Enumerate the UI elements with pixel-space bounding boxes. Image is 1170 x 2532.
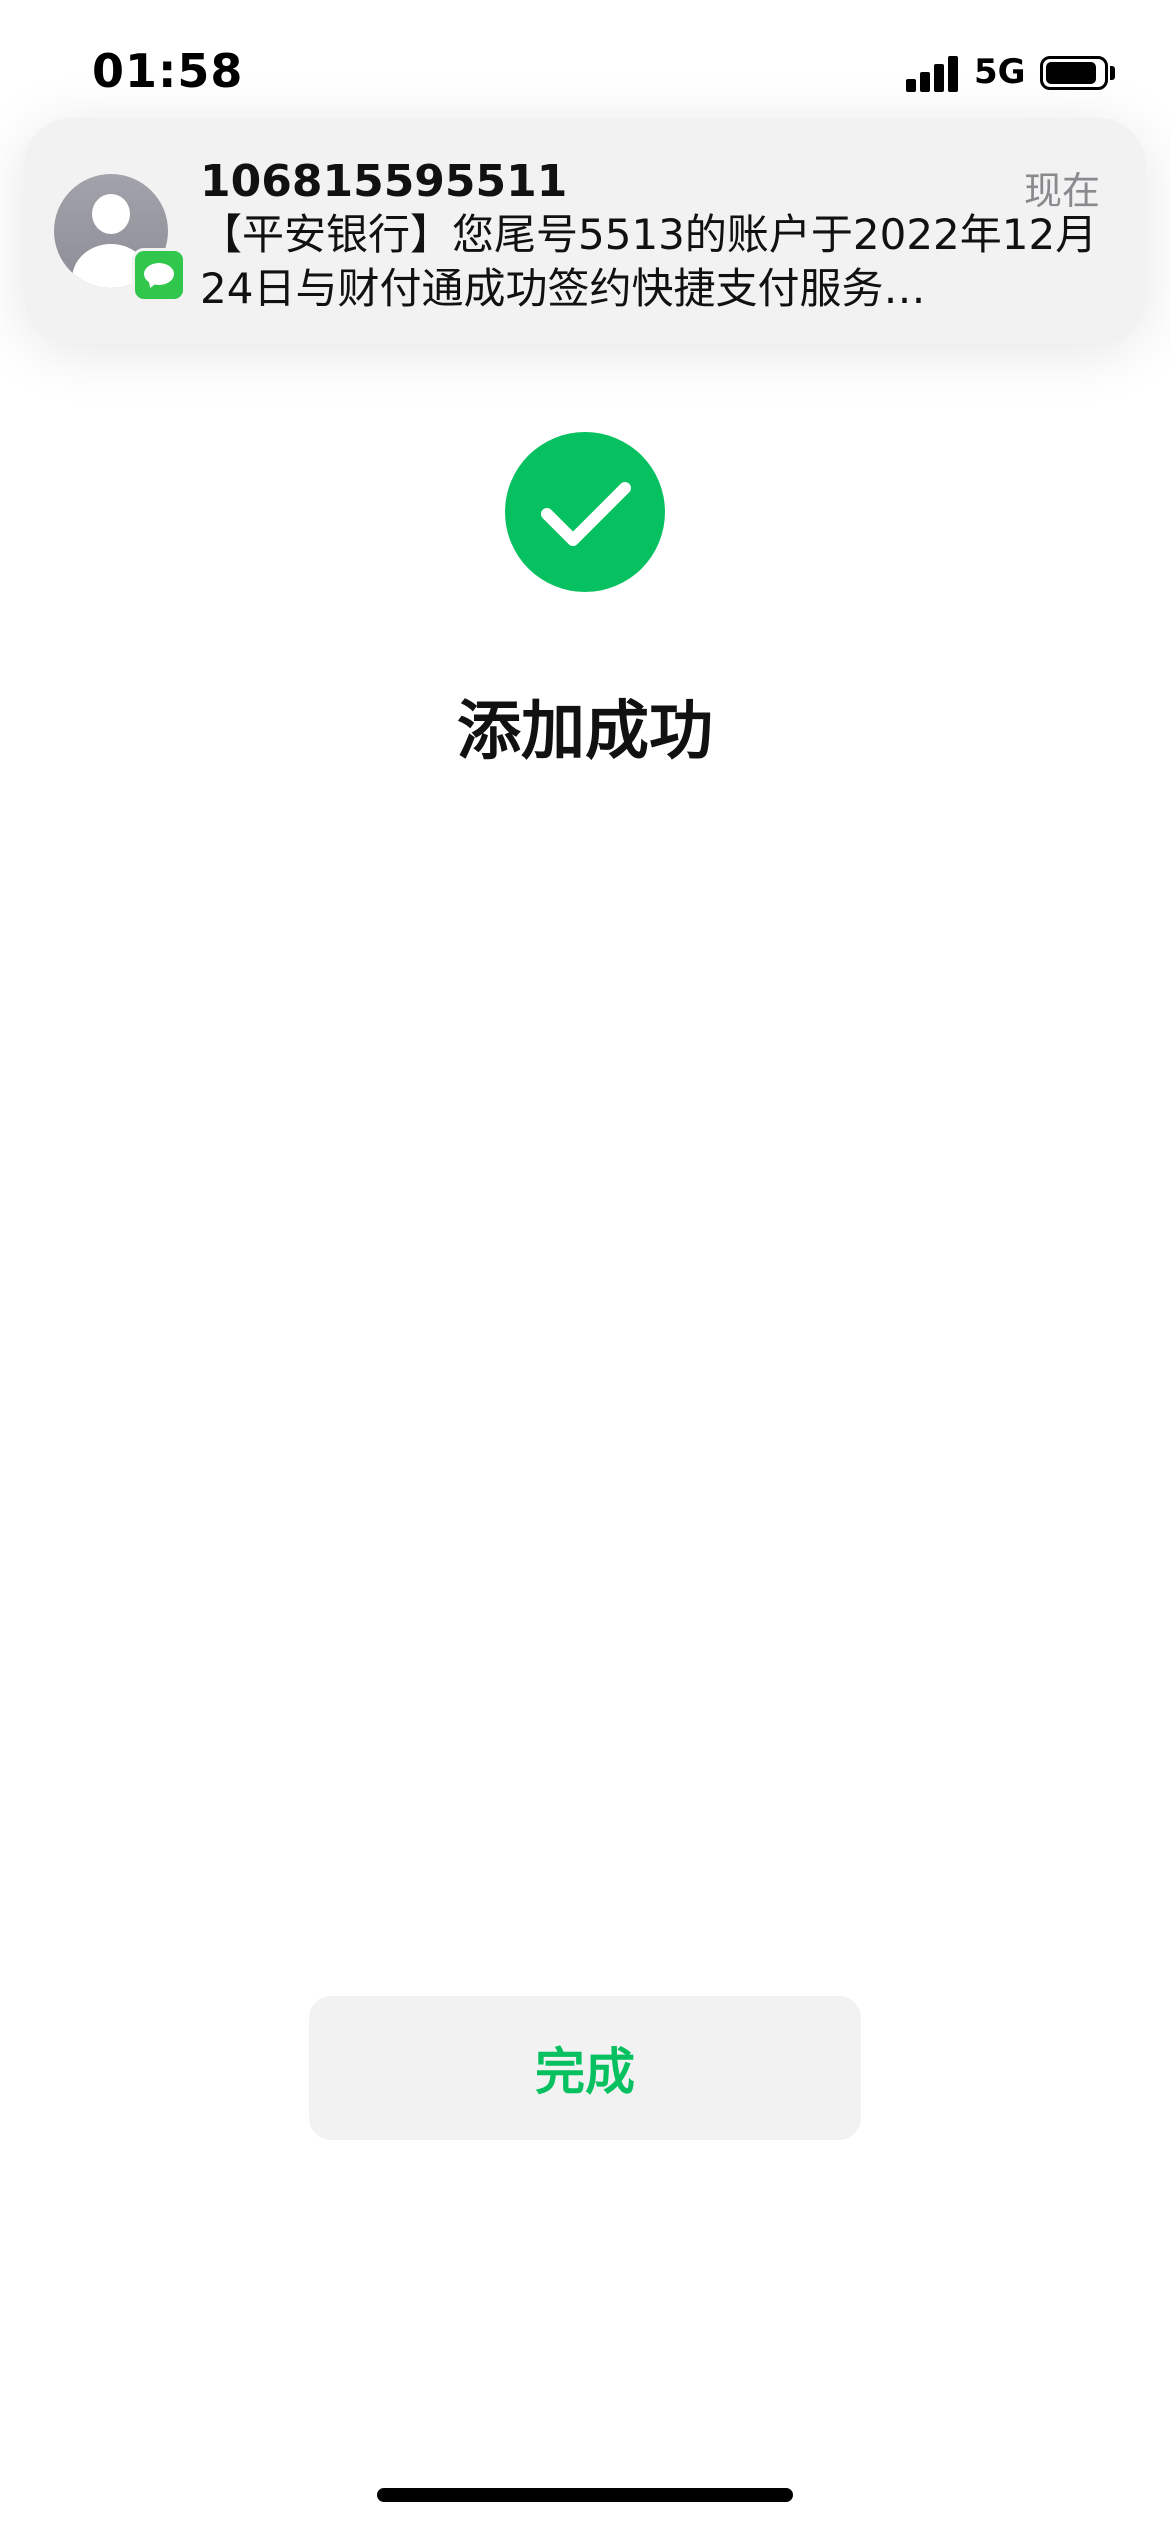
success-title: 添加成功 xyxy=(457,695,713,769)
battery-cap xyxy=(1110,66,1115,80)
done-button[interactable]: 完成 xyxy=(309,1996,861,2140)
home-indicator[interactable] xyxy=(377,2488,793,2502)
notification-sender: 106815595511 xyxy=(200,156,568,207)
sms-notification-banner[interactable]: 106815595511 现在 【平安银行】您尾号5513的账户于2022年12… xyxy=(24,118,1146,344)
check-circle-icon xyxy=(505,432,665,592)
cellular-signal-icon xyxy=(906,56,960,92)
battery-icon xyxy=(1040,56,1108,90)
messages-icon xyxy=(132,248,186,302)
battery-level xyxy=(1046,62,1096,84)
notification-message: 【平安银行】您尾号5513的账户于2022年12月24日与财付通成功签约快捷支付… xyxy=(200,210,1098,313)
notification-time: 现在 xyxy=(1024,169,1101,213)
status-time: 01:58 xyxy=(92,44,244,98)
network-type: 5G xyxy=(974,52,1026,92)
